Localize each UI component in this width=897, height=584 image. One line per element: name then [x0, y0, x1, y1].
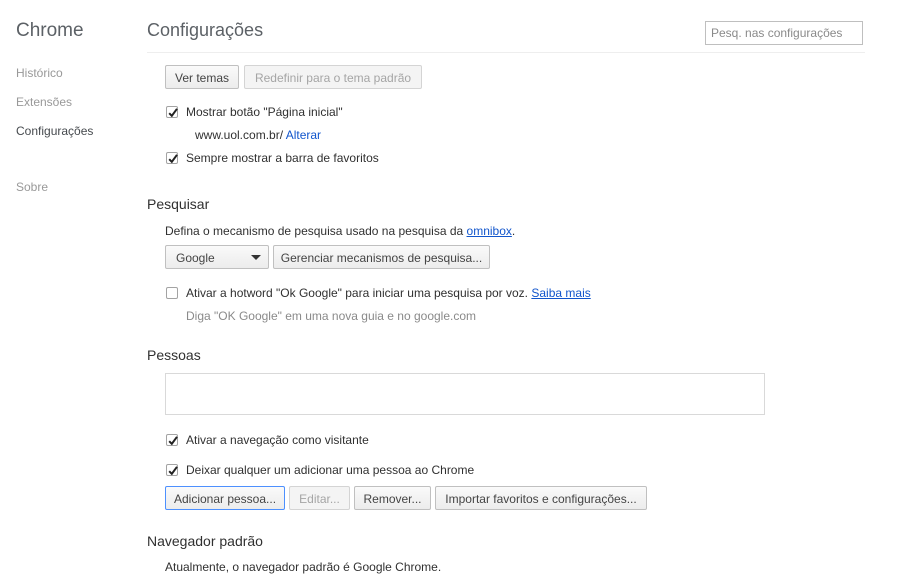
anyone-add-person-label: Deixar qualquer um adicionar uma pessoa … — [186, 463, 475, 477]
learn-more-link[interactable]: Saiba mais — [531, 286, 590, 300]
checkmark-icon — [168, 108, 178, 118]
add-person-button[interactable]: Adicionar pessoa... — [165, 486, 285, 510]
show-bookmarks-bar-checkbox[interactable] — [166, 152, 178, 164]
anyone-add-person-checkbox[interactable] — [166, 464, 178, 476]
show-bookmarks-bar-label: Sempre mostrar a barra de favoritos — [186, 151, 379, 165]
guest-browsing-checkbox[interactable] — [166, 434, 178, 446]
settings-search-input[interactable] — [705, 21, 863, 45]
remove-person-button[interactable]: Remover... — [354, 486, 431, 510]
header-divider — [147, 52, 865, 53]
show-home-button-label: Mostrar botão "Página inicial" — [186, 105, 343, 119]
manage-search-engines-button[interactable]: Gerenciar mecanismos de pesquisa... — [273, 245, 490, 269]
ok-google-hint: Diga "OK Google" em uma nova guia e no g… — [186, 309, 477, 323]
import-bookmarks-button[interactable]: Importar favoritos e configurações... — [435, 486, 647, 510]
sidebar-item-sobre[interactable]: Sobre — [16, 180, 48, 194]
search-description-prefix: Defina o mecanismo de pesquisa usado na … — [165, 224, 467, 238]
ok-google-hotword-checkbox[interactable] — [166, 287, 178, 299]
search-section-title: Pesquisar — [147, 196, 210, 212]
reset-theme-button[interactable]: Redefinir para o tema padrão — [244, 65, 422, 89]
guest-browsing-label: Ativar a navegação como visitante — [186, 433, 369, 447]
default-browser-status: Atualmente, o navegador padrão é Google … — [165, 560, 442, 574]
checkmark-icon — [168, 436, 178, 446]
people-list[interactable] — [165, 373, 765, 415]
sidebar-item-historico[interactable]: Histórico — [16, 66, 63, 80]
home-url-text: www.uol.com.br/ — [195, 128, 284, 142]
sidebar: Chrome Histórico Extensões Configurações… — [0, 0, 140, 584]
sidebar-brand-title: Chrome — [16, 20, 84, 41]
show-home-button-checkbox[interactable] — [166, 106, 178, 118]
ok-google-hotword-row: Ativar a hotword "Ok Google" para inicia… — [186, 286, 591, 300]
sidebar-item-configuracoes[interactable]: Configurações — [16, 124, 93, 138]
search-engine-select[interactable]: Google — [165, 245, 269, 269]
search-description-suffix: . — [511, 224, 516, 238]
ok-google-hotword-label: Ativar a hotword "Ok Google" para inicia… — [186, 286, 529, 300]
search-description: Defina o mecanismo de pesquisa usado na … — [165, 224, 515, 238]
omnibox-link[interactable]: omnibox — [467, 224, 512, 238]
dropdown-arrow-icon — [251, 255, 261, 260]
page-title: Configurações — [147, 20, 264, 40]
search-engine-selected: Google — [176, 251, 215, 265]
view-themes-button[interactable]: Ver temas — [165, 65, 239, 89]
home-page-url: www.uol.com.br/ Alterar — [195, 128, 321, 142]
checkmark-icon — [168, 154, 178, 164]
edit-person-button[interactable]: Editar... — [289, 486, 350, 510]
change-home-link[interactable]: Alterar — [286, 128, 321, 142]
people-section-title: Pessoas — [147, 347, 201, 363]
sidebar-item-extensoes[interactable]: Extensões — [16, 95, 72, 109]
checkmark-icon — [168, 466, 178, 476]
default-browser-section-title: Navegador padrão — [147, 533, 263, 549]
